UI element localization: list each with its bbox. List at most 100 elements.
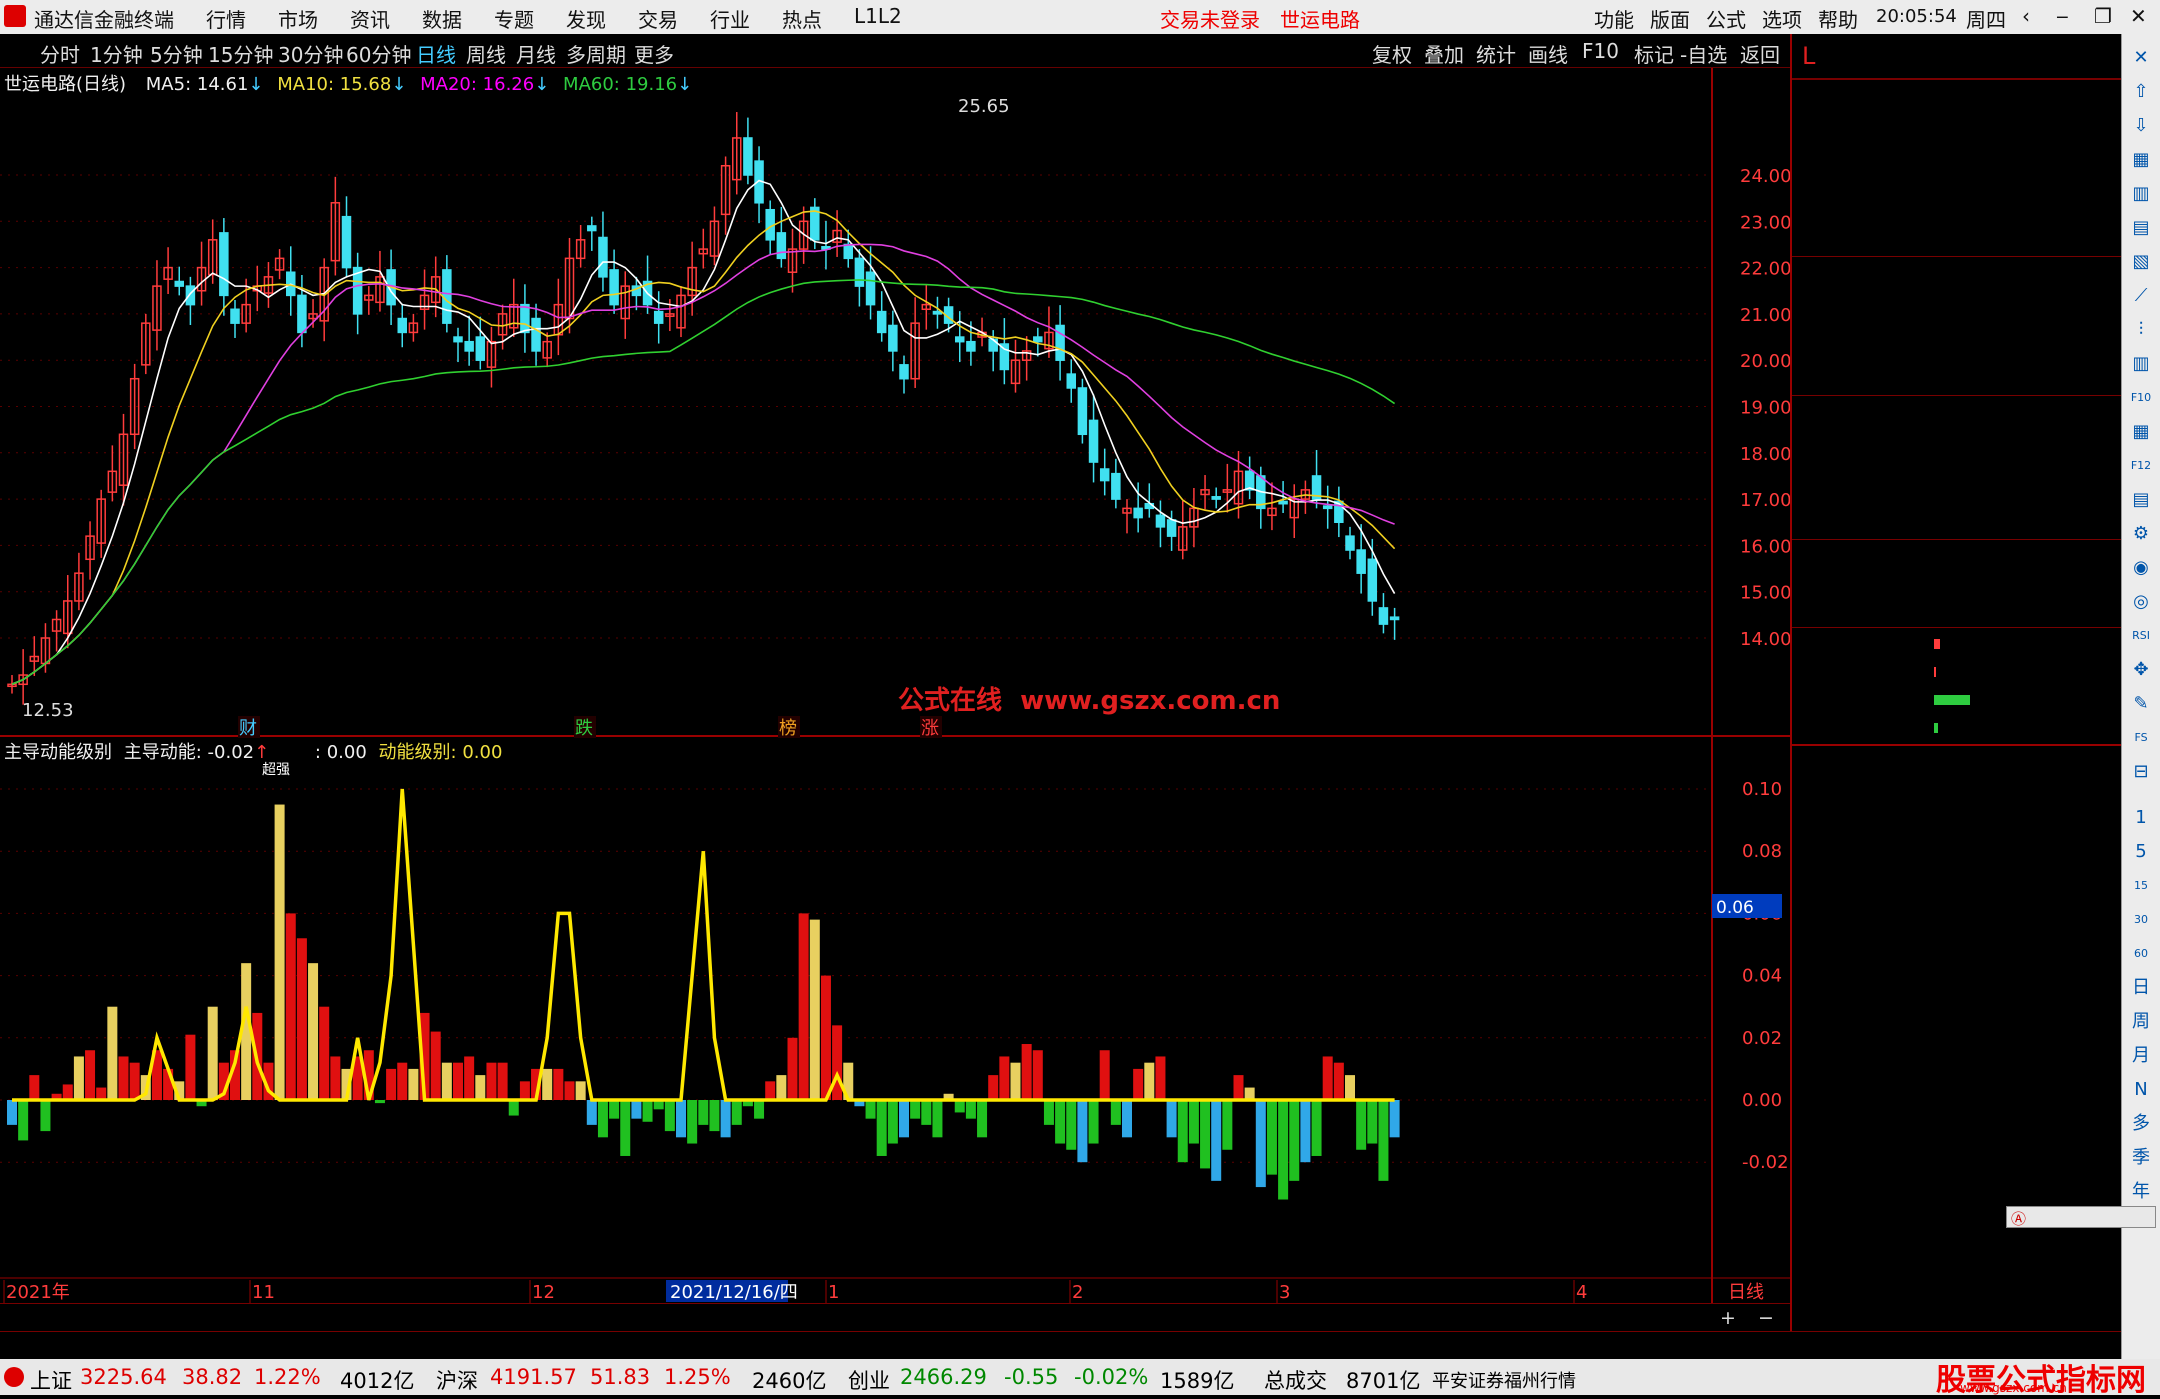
tab-日线[interactable]: 日线 bbox=[416, 39, 456, 68]
period-week-icon[interactable]: 周 bbox=[2127, 1008, 2155, 1036]
menu-item-l1l2[interactable]: L1L2 bbox=[854, 4, 902, 28]
period-n-icon[interactable]: N bbox=[2127, 1076, 2155, 1104]
close-icon[interactable]: ✕ bbox=[2127, 44, 2155, 72]
menu-item-行业[interactable]: 行业 bbox=[710, 4, 750, 33]
indicator-name[interactable]: 主导动能级别 bbox=[4, 742, 112, 763]
menu-item-交易[interactable]: 交易 bbox=[638, 4, 678, 33]
toolbar-统计[interactable]: 统计 bbox=[1476, 39, 1516, 68]
pen-icon[interactable]: ✎ bbox=[2127, 690, 2155, 718]
menu-item-资讯[interactable]: 资讯 bbox=[350, 4, 390, 33]
tab-60分钟[interactable]: 60分钟 bbox=[346, 39, 411, 68]
menu-item-选项[interactable]: 选项 bbox=[1762, 4, 1802, 33]
ask-level-3[interactable] bbox=[1792, 174, 2123, 201]
period-15-icon[interactable]: 15 bbox=[2127, 872, 2155, 900]
ime-popup[interactable]: Ⓐ bbox=[2006, 1206, 2156, 1228]
gear-icon[interactable]: ⚙ bbox=[2127, 520, 2155, 548]
rsi-icon[interactable]: RSI bbox=[2127, 622, 2155, 650]
grid-icon[interactable]: ▦ bbox=[2127, 146, 2155, 174]
table-icon[interactable]: ▧ bbox=[2127, 248, 2155, 276]
menu-item-行情[interactable]: 行情 bbox=[206, 4, 246, 33]
flow-row bbox=[1792, 630, 2123, 658]
bid-level-1[interactable] bbox=[1792, 259, 2123, 286]
period-day-icon[interactable]: 日 bbox=[2127, 974, 2155, 1002]
fs-icon[interactable]: FS bbox=[2127, 724, 2155, 752]
bar-icon[interactable]: ▥ bbox=[2127, 180, 2155, 208]
tick-row bbox=[1792, 1182, 2123, 1209]
close-icon[interactable]: ✕ bbox=[2130, 4, 2147, 28]
menu-item-公式[interactable]: 公式 bbox=[1706, 4, 1746, 33]
ask-level-1[interactable] bbox=[1792, 228, 2123, 255]
candle-body bbox=[955, 336, 965, 343]
period-year-icon[interactable]: 年 bbox=[2127, 1178, 2155, 1206]
menu-item-数据[interactable]: 数据 bbox=[422, 4, 462, 33]
tab-1分钟[interactable]: 1分钟 bbox=[90, 39, 143, 68]
toolbar-复权[interactable]: 复权 bbox=[1372, 39, 1412, 68]
chart-icon[interactable]: ▥ bbox=[2127, 350, 2155, 378]
toolbar-返回[interactable]: 返回 bbox=[1740, 39, 1780, 68]
period-quarter-icon[interactable]: 季 bbox=[2127, 1144, 2155, 1172]
kline-chart[interactable]: 24.0023.0022.0021.0020.0019.0018.0017.00… bbox=[0, 68, 1790, 1303]
menu-item-帮助[interactable]: 帮助 bbox=[1818, 4, 1858, 33]
menu-item-市场[interactable]: 市场 bbox=[278, 4, 318, 33]
tab-多周期[interactable]: 多周期 bbox=[566, 39, 626, 68]
circle-icon[interactable]: ◎ bbox=[2127, 588, 2155, 616]
move-icon[interactable]: ✥ bbox=[2127, 656, 2155, 684]
bid-level-3[interactable] bbox=[1792, 313, 2123, 340]
stock-menu-name[interactable]: 世运电路 bbox=[1280, 4, 1360, 33]
bid-level-4[interactable] bbox=[1792, 340, 2123, 367]
down-icon[interactable]: ⇩ bbox=[2127, 112, 2155, 140]
login-status[interactable]: 交易未登录 bbox=[1160, 4, 1260, 33]
indicator-bar bbox=[374, 1100, 385, 1104]
toolbar-f10[interactable]: F10 bbox=[1582, 39, 1619, 63]
target-icon[interactable]: ◉ bbox=[2127, 554, 2155, 582]
ask-level-5[interactable] bbox=[1792, 120, 2123, 147]
list-icon[interactable]: ▤ bbox=[2127, 214, 2155, 242]
f12-icon[interactable]: F12 bbox=[2127, 452, 2155, 480]
restore-icon[interactable]: ❐ bbox=[2094, 4, 2112, 28]
line-icon[interactable]: ⟋ bbox=[2127, 282, 2155, 310]
remove-tab-icon[interactable]: − bbox=[1758, 1307, 1774, 1329]
tab-分时[interactable]: 分时 bbox=[40, 39, 80, 68]
tab-15分钟[interactable]: 15分钟 bbox=[208, 39, 273, 68]
ask-level-2[interactable] bbox=[1792, 201, 2123, 228]
toolbar-自选[interactable]: -自选 bbox=[1680, 39, 1727, 68]
back-icon[interactable]: ‹ bbox=[2022, 4, 2030, 28]
tab-更多[interactable]: 更多 bbox=[634, 39, 674, 68]
menu-item-热点[interactable]: 热点 bbox=[782, 4, 822, 33]
sh-label[interactable]: 上证 bbox=[30, 1365, 72, 1395]
period-multi-icon[interactable]: 多 bbox=[2127, 1110, 2155, 1138]
sz-label[interactable]: 沪深 bbox=[436, 1365, 478, 1395]
menu-item-专题[interactable]: 专题 bbox=[494, 4, 534, 33]
candle-body bbox=[1033, 336, 1043, 343]
toolbar-画线[interactable]: 画线 bbox=[1528, 39, 1568, 68]
period-30-icon[interactable]: 30 bbox=[2127, 906, 2155, 934]
indicator-bar bbox=[586, 1100, 597, 1125]
indicator-bar bbox=[296, 938, 307, 1100]
bid-level-2[interactable] bbox=[1792, 286, 2123, 313]
panel-icon[interactable]: ⊟ bbox=[2127, 758, 2155, 786]
cy-label[interactable]: 创业 bbox=[848, 1365, 890, 1395]
tab-30分钟[interactable]: 30分钟 bbox=[278, 39, 343, 68]
up-icon[interactable]: ⇧ bbox=[2127, 78, 2155, 106]
menu-icon[interactable]: ⫶ bbox=[2127, 316, 2155, 344]
period-60-icon[interactable]: 60 bbox=[2127, 940, 2155, 968]
tab-月线[interactable]: 月线 bbox=[516, 39, 556, 68]
add-tab-icon[interactable]: + bbox=[1720, 1307, 1736, 1329]
bid-level-5[interactable] bbox=[1792, 367, 2123, 394]
flow-bar bbox=[1934, 667, 1936, 677]
menu-item-功能[interactable]: 功能 bbox=[1594, 4, 1634, 33]
ask-level-4[interactable] bbox=[1792, 147, 2123, 174]
menu-item-版面[interactable]: 版面 bbox=[1650, 4, 1690, 33]
period-1-icon[interactable]: 1 bbox=[2127, 804, 2155, 832]
toolbar-标记[interactable]: 标记 bbox=[1634, 39, 1674, 68]
menu-item-发现[interactable]: 发现 bbox=[566, 4, 606, 33]
tab-5分钟[interactable]: 5分钟 bbox=[150, 39, 203, 68]
tab-周线[interactable]: 周线 bbox=[466, 39, 506, 68]
toolbar-叠加[interactable]: 叠加 bbox=[1424, 39, 1464, 68]
list2-icon[interactable]: ▤ bbox=[2127, 486, 2155, 514]
period-5-icon[interactable]: 5 bbox=[2127, 838, 2155, 866]
f10-icon[interactable]: F10 bbox=[2127, 384, 2155, 412]
minimize-icon[interactable]: ‒ bbox=[2056, 4, 2069, 28]
period-month-icon[interactable]: 月 bbox=[2127, 1042, 2155, 1070]
grid2-icon[interactable]: ▦ bbox=[2127, 418, 2155, 446]
